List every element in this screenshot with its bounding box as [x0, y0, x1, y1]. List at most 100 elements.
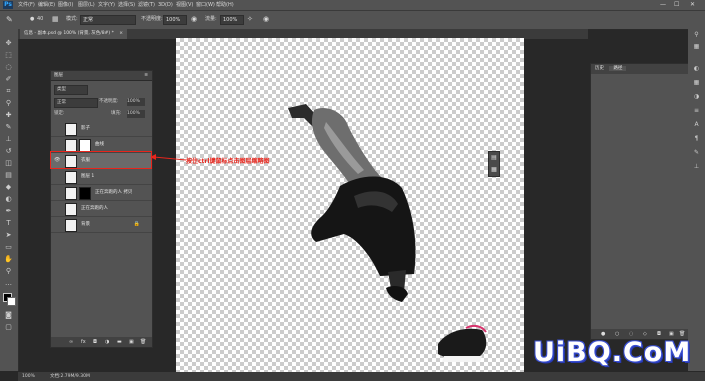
- crop-tool-icon[interactable]: ⌗: [4, 87, 13, 95]
- adjustments-panel-icon[interactable]: ◑: [692, 93, 701, 101]
- layer-thumbnail[interactable]: [65, 123, 77, 136]
- layer-row[interactable]: 背景 🔒: [51, 217, 152, 233]
- zoom-tool-icon[interactable]: ⚲: [4, 267, 13, 275]
- menu-file[interactable]: 文件(F): [18, 0, 35, 10]
- fill-field[interactable]: 100%: [127, 110, 145, 118]
- brush-tool-icon[interactable]: ✎: [6, 15, 13, 24]
- menu-select[interactable]: 选择(S): [118, 0, 135, 10]
- mask-icon[interactable]: ◘: [93, 337, 97, 347]
- menu-layer[interactable]: 图层(L): [78, 0, 95, 10]
- menu-type[interactable]: 文字(Y): [98, 0, 115, 10]
- folder-icon[interactable]: ▬: [117, 337, 122, 347]
- menu-view[interactable]: 视图(V): [176, 0, 193, 10]
- layer-row[interactable]: 图层 1: [51, 169, 152, 185]
- workspace-icon[interactable]: ▦: [692, 43, 701, 51]
- blur-tool-icon[interactable]: ◆: [4, 183, 13, 191]
- menu-3d[interactable]: 3D(D): [158, 0, 173, 10]
- blend-mode-select[interactable]: 正常: [54, 98, 98, 108]
- healing-tool-icon[interactable]: ✚: [4, 111, 13, 119]
- path-select-tool-icon[interactable]: ➤: [4, 231, 13, 239]
- trash-icon[interactable]: 🗑: [140, 337, 146, 347]
- layers-panel-header[interactable]: 图层 ≡: [51, 71, 152, 81]
- hand-tool-icon[interactable]: ✋: [4, 255, 13, 263]
- document-canvas[interactable]: [176, 38, 524, 372]
- brush-panel-icon[interactable]: ✎: [692, 149, 701, 157]
- airbrush-icon[interactable]: ✧: [247, 15, 253, 24]
- eraser-tool-icon[interactable]: ◫: [4, 159, 13, 167]
- minimize-button[interactable]: —: [660, 0, 666, 10]
- layer-name: 背景: [81, 222, 90, 227]
- runner-cutout-image: [288, 104, 487, 362]
- search-icon[interactable]: ⚲: [692, 31, 701, 39]
- brush-settings-icon[interactable]: ▦: [52, 15, 59, 24]
- layers-panel-title: 图层: [54, 73, 63, 78]
- close-window-button[interactable]: ✕: [690, 0, 695, 10]
- menu-edit[interactable]: 编辑(E): [38, 0, 55, 10]
- lasso-tool-icon[interactable]: ◌: [4, 63, 13, 71]
- mode-label: 模式:: [66, 16, 78, 22]
- maximize-button[interactable]: ☐: [674, 0, 679, 10]
- layer-row[interactable]: 影子: [51, 121, 152, 137]
- tools-panel: ✥ ⬚ ◌ ✐ ⌗ ⚲ ✚ ✎ ⊥ ↺ ◫ ▤ ◆ ◐ ✒ T ➤ ▭ ✋ ⚲ …: [0, 29, 19, 371]
- document-tab-close-button[interactable]: ×: [119, 31, 123, 36]
- paragraph-panel-icon[interactable]: ¶: [692, 135, 701, 143]
- pressure-size-icon[interactable]: ◉: [263, 15, 269, 24]
- gradient-tool-icon[interactable]: ▤: [4, 171, 13, 179]
- menu-image[interactable]: 图像(I): [58, 0, 73, 10]
- tab-history[interactable]: 历史: [591, 66, 608, 71]
- layer-row[interactable]: 正在奔跑的人 拷贝: [51, 185, 152, 201]
- stamp-tool-icon[interactable]: ⊥: [4, 135, 13, 143]
- mode-select[interactable]: 正常: [80, 15, 136, 25]
- document-tab[interactable]: 信息 - 副本.psd @ 100% (背景, 灰色/8#) * ×: [20, 29, 128, 39]
- move-tool-icon[interactable]: ✥: [4, 39, 13, 47]
- document-info: 文档:2.79M/9.30M: [50, 374, 90, 379]
- flow-field[interactable]: 100%: [220, 15, 244, 25]
- layer-row[interactable]: 正在奔跑的人: [51, 201, 152, 217]
- properties-panel-icon[interactable]: ≡: [692, 107, 701, 115]
- floating-panel-icon[interactable]: ▤ ▦: [488, 151, 500, 177]
- layer-thumbnail[interactable]: [65, 187, 77, 200]
- adjustment-icon[interactable]: ◑: [105, 337, 109, 347]
- more-tools-icon[interactable]: …: [4, 279, 13, 287]
- history-brush-tool-icon[interactable]: ↺: [4, 147, 13, 155]
- menu-help[interactable]: 帮助(H): [216, 0, 234, 10]
- flow-label: 流量:: [205, 16, 217, 22]
- type-tool-icon[interactable]: T: [4, 219, 13, 227]
- pressure-opacity-icon[interactable]: ◉: [191, 15, 197, 24]
- annotation-text: 按住ctrl键鼠标点击图层缩略图: [186, 158, 270, 165]
- color-panel-icon[interactable]: ◐: [692, 65, 701, 73]
- dodge-tool-icon[interactable]: ◐: [4, 195, 13, 203]
- lock-icon: 🔒: [133, 221, 140, 227]
- brush-tool-icon[interactable]: ✎: [4, 123, 13, 131]
- layer-thumbnail[interactable]: [65, 171, 77, 184]
- menu-filter[interactable]: 滤镜(T): [138, 0, 155, 10]
- clone-source-icon[interactable]: ⊥: [692, 163, 701, 171]
- fx-icon[interactable]: fx: [81, 337, 86, 347]
- link-icon[interactable]: ∞: [69, 337, 73, 347]
- new-layer-icon[interactable]: ▣: [129, 337, 134, 347]
- layer-opacity-field[interactable]: 100%: [127, 98, 145, 106]
- quick-select-tool-icon[interactable]: ✐: [4, 75, 13, 83]
- highlight-box: [50, 151, 152, 169]
- menu-window[interactable]: 窗口(W): [196, 0, 215, 10]
- swatches-panel-icon[interactable]: ▦: [692, 79, 701, 87]
- layer-thumbnail[interactable]: [65, 203, 77, 216]
- brush-preset-picker[interactable]: ●: [30, 15, 34, 24]
- tab-paths[interactable]: 路径: [609, 66, 627, 71]
- menu-bar: Ps 文件(F) 编辑(E) 图像(I) 图层(L) 文字(Y) 选择(S) 滤…: [0, 0, 705, 10]
- layer-thumbnail[interactable]: [65, 219, 77, 232]
- layer-filter-select[interactable]: 类型: [54, 85, 88, 95]
- background-color-swatch[interactable]: [7, 297, 16, 306]
- opacity-field[interactable]: 100%: [163, 15, 187, 25]
- screen-mode-icon[interactable]: ▢: [4, 323, 13, 331]
- shape-tool-icon[interactable]: ▭: [4, 243, 13, 251]
- layer-name: 曲线: [95, 142, 104, 147]
- zoom-level[interactable]: 100%: [22, 372, 35, 381]
- character-panel-icon[interactable]: A: [692, 121, 701, 129]
- quick-mask-icon[interactable]: ◙: [4, 311, 13, 319]
- marquee-tool-icon[interactable]: ⬚: [4, 51, 13, 59]
- panel-menu-icon[interactable]: ≡: [144, 71, 148, 80]
- pen-tool-icon[interactable]: ✒: [4, 207, 13, 215]
- layer-mask-thumbnail[interactable]: [79, 187, 91, 200]
- eyedropper-tool-icon[interactable]: ⚲: [4, 99, 13, 107]
